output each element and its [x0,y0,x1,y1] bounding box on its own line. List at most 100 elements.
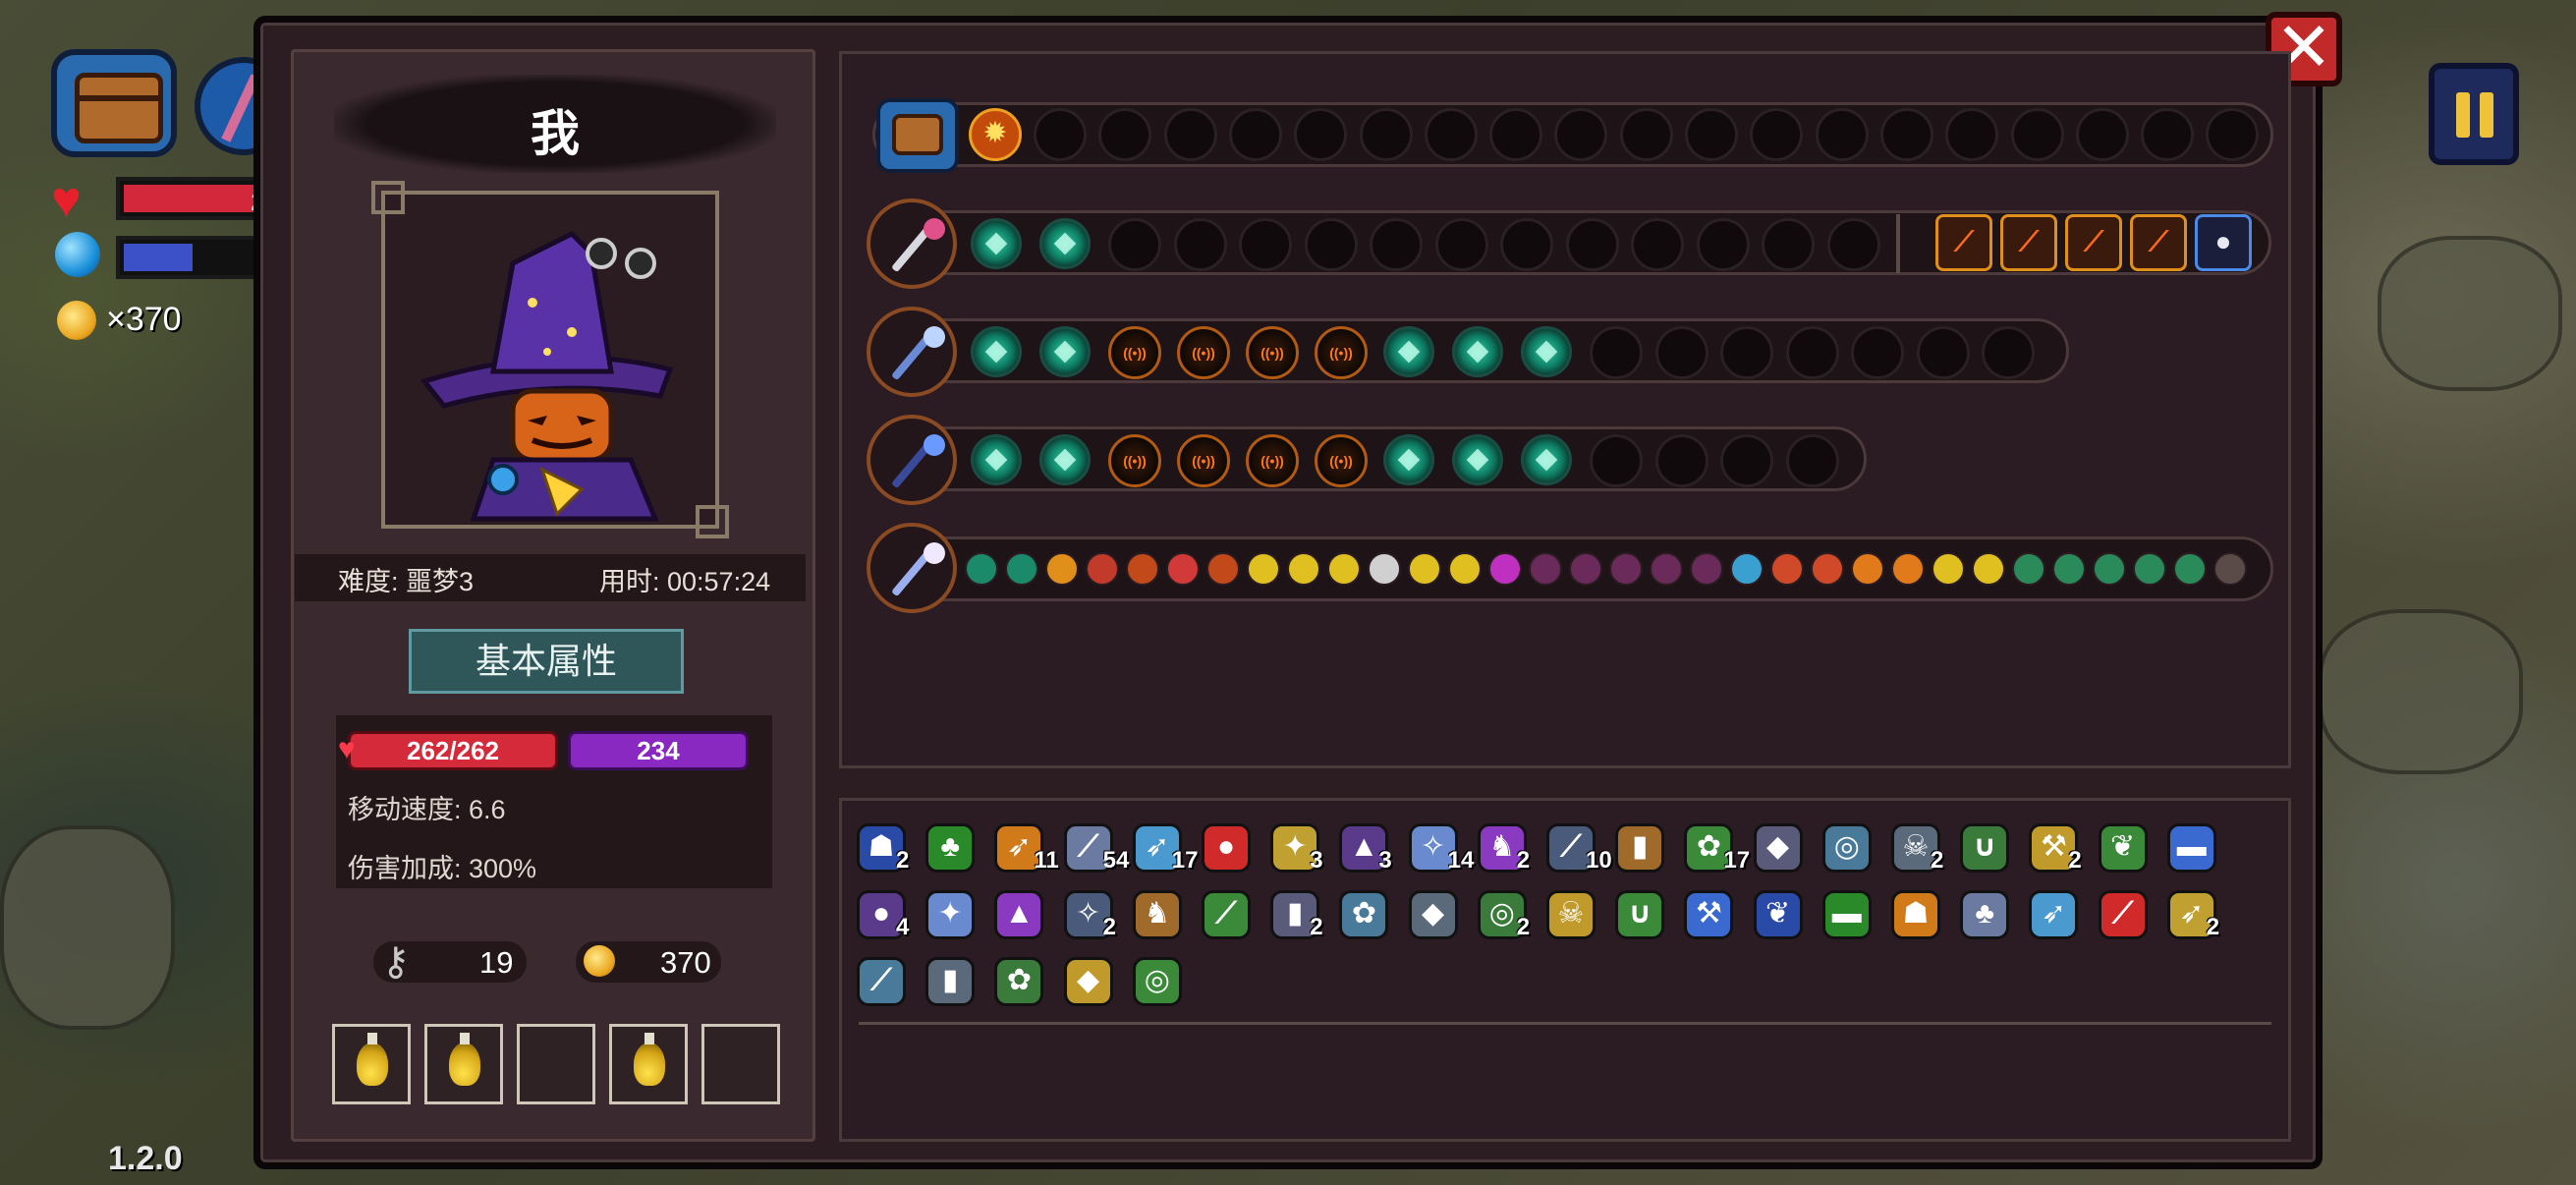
inventory-item[interactable]: ▲ [990,886,1049,945]
inventory-item[interactable]: ➶ 2 [2163,886,2222,945]
inventory-item[interactable]: ➶ [2025,886,2084,945]
empty-spell-slot[interactable] [1685,108,1738,161]
rock-passive-icon[interactable]: ● [2195,214,2252,271]
mini-spell-icon[interactable] [1609,552,1643,586]
empty-spell-slot[interactable] [1500,218,1553,271]
empty-spell-slot[interactable] [1631,218,1684,271]
potion-slot[interactable] [609,1024,688,1104]
rune-spell-icon[interactable] [1452,326,1503,377]
inventory-item[interactable]: ◎ [1129,953,1188,1012]
empty-spell-slot[interactable] [1696,218,1750,271]
mini-spell-icon[interactable] [1488,552,1522,586]
mini-spell-icon[interactable] [1368,552,1401,586]
inventory-item[interactable]: ⚒ 2 [2025,819,2084,878]
rune-spell-icon[interactable] [1521,434,1572,485]
inventory-item[interactable]: ♣ [1956,886,2015,945]
signal-spell-icon[interactable]: ((•)) [1177,434,1230,487]
empty-spell-slot[interactable] [1654,434,1708,487]
inventory-item[interactable]: ✦ [922,886,980,945]
empty-spell-slot[interactable] [1879,108,1933,161]
mini-spell-icon[interactable] [1529,552,1562,586]
rune-spell-icon[interactable] [1452,434,1503,485]
empty-spell-slot[interactable] [1173,218,1227,271]
inventory-item[interactable]: ✿ 17 [1680,819,1750,878]
basic-attributes-tab[interactable]: 基本属性 [409,629,684,694]
inventory-item[interactable]: ▮ [922,953,980,1012]
inventory-item[interactable]: ✿ [990,953,1049,1012]
empty-spell-slot[interactable] [1163,108,1217,161]
empty-spell-slot[interactable] [1370,218,1423,271]
inventory-item[interactable]: ❦ [1750,886,1809,945]
mini-spell-icon[interactable] [1045,552,1079,586]
rune-spell-icon[interactable] [971,218,1022,269]
empty-spell-slot[interactable] [1762,218,1815,271]
signal-spell-icon[interactable]: ((•)) [1315,434,1368,487]
mini-spell-icon[interactable] [1569,552,1602,586]
inventory-item[interactable]: ● 4 [853,886,912,945]
rune-spell-icon[interactable] [1521,326,1572,377]
inventory-item[interactable]: ➶ 11 [990,819,1059,878]
pink-wand-icon[interactable] [867,198,957,289]
mini-spell-icon[interactable] [2173,552,2207,586]
fire-spell-icon[interactable]: ✹ [969,108,1022,161]
potion-slot[interactable] [424,1024,503,1104]
empty-spell-slot[interactable] [2206,108,2260,161]
empty-spell-slot[interactable] [2075,108,2129,161]
inventory-item[interactable]: ⟋ 10 [1542,819,1612,878]
mini-spell-icon[interactable] [1408,552,1441,586]
mini-spell-icon[interactable] [1287,552,1320,586]
empty-spell-slot[interactable] [1815,108,1869,161]
mini-spell-icon[interactable] [1206,552,1240,586]
inventory-item[interactable]: ☗ [1887,886,1946,945]
inventory-item[interactable]: ☠ [1542,886,1601,945]
empty-spell-slot[interactable] [1982,326,2035,379]
inventory-item[interactable]: ☠ 2 [1887,819,1946,878]
inventory-item[interactable]: ▬ [2163,819,2222,878]
mini-spell-icon[interactable] [1851,552,1884,586]
mini-spell-icon[interactable] [1972,552,2005,586]
empty-spell-slot[interactable] [1554,108,1608,161]
mini-spell-icon[interactable] [2133,552,2166,586]
inventory-item[interactable]: ∪ [1611,886,1670,945]
inventory-item[interactable]: ♣ [922,819,980,878]
inventory-item[interactable]: ✧ 2 [1060,886,1119,945]
inventory-item[interactable]: ✦ 3 [1266,819,1325,878]
mini-spell-icon[interactable] [2012,552,2045,586]
signal-spell-icon[interactable]: ((•)) [1177,326,1230,379]
mini-spell-icon[interactable] [965,552,998,586]
inventory-item[interactable]: ✧ 14 [1405,819,1474,878]
inventory-item[interactable]: ⟋ [2095,886,2154,945]
signal-spell-icon[interactable]: ((•)) [1108,434,1161,487]
inventory-item[interactable]: ▬ [1819,886,1877,945]
mini-spell-icon[interactable] [2213,552,2247,586]
rune-spell-icon[interactable] [1039,434,1091,485]
rune-spell-icon[interactable] [971,434,1022,485]
empty-spell-slot[interactable] [1424,108,1478,161]
mini-spell-icon[interactable] [1730,552,1764,586]
inventory-item[interactable]: ♞ [1129,886,1188,945]
empty-spell-slot[interactable] [1590,326,1643,379]
inventory-item[interactable]: ▮ 2 [1266,886,1325,945]
empty-spell-slot[interactable] [1945,108,1999,161]
empty-spell-slot[interactable] [1304,218,1358,271]
inventory-chest-icon[interactable] [51,49,177,157]
inventory-item[interactable]: ● [1198,819,1257,878]
blue-wand-icon[interactable] [867,307,957,397]
inventory-item[interactable]: ⟋ [853,953,912,1012]
mini-spell-icon[interactable] [1247,552,1280,586]
empty-spell-slot[interactable] [1619,108,1673,161]
inventory-item[interactable]: ♞ 2 [1474,819,1533,878]
mini-spell-icon[interactable] [1166,552,1200,586]
empty-spell-slot[interactable] [1654,326,1708,379]
inventory-item[interactable]: ∪ [1956,819,2015,878]
inventory-item[interactable]: ◎ [1819,819,1877,878]
empty-spell-slot[interactable] [2141,108,2195,161]
empty-spell-slot[interactable] [1228,108,1282,161]
arrow-passive-icon[interactable]: ⟋ [1935,214,1992,271]
inventory-item[interactable]: ❦ [2095,819,2154,878]
empty-spell-slot[interactable] [1851,326,1904,379]
empty-spell-slot[interactable] [1826,218,1880,271]
rune-spell-icon[interactable] [1383,434,1434,485]
empty-spell-slot[interactable] [1108,218,1161,271]
empty-spell-slot[interactable] [1750,108,1804,161]
